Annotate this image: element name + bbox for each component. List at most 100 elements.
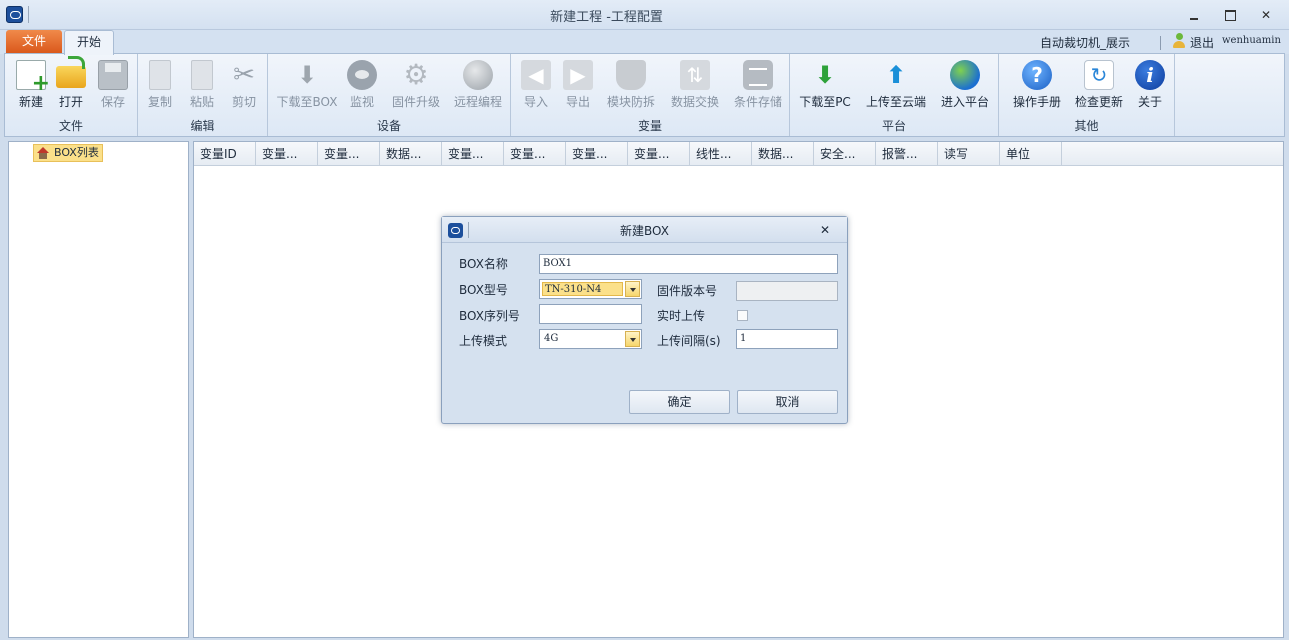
shield-icon	[616, 60, 646, 90]
scissors-icon: ✂	[233, 60, 255, 90]
minimize-button[interactable]	[1185, 7, 1203, 23]
box-tree-panel: BOX列表	[8, 141, 189, 638]
group-variable: ◀ 导入 ▶ 导出 模块防拆 ⇅ 数据交换 条件存储 变量	[511, 54, 790, 136]
close-button[interactable]: ✕	[1257, 7, 1275, 23]
download-to-pc-button[interactable]: ⬇ 下载至PC	[799, 58, 851, 110]
column-header[interactable]: 变量...	[566, 142, 628, 166]
chevron-down-icon[interactable]	[625, 331, 640, 347]
box-serial-label: BOX序列号	[459, 309, 520, 323]
copy-icon	[149, 60, 171, 90]
exchange-arrows-icon: ⇅	[680, 60, 710, 90]
upload-blue-icon: ⬆	[885, 61, 907, 89]
manual-button[interactable]: ? 操作手册	[1013, 58, 1061, 110]
globe-icon	[463, 60, 493, 90]
firmware-upgrade-button[interactable]: ⚙ 固件升级	[392, 58, 440, 110]
upload-interval-label: 上传间隔(s)	[657, 334, 721, 348]
column-header[interactable]: 数据...	[752, 142, 814, 166]
username-label: wenhuamin	[1222, 35, 1281, 46]
dialog-title: 新建BOX	[620, 224, 669, 238]
data-exchange-button[interactable]: ⇅ 数据交换	[671, 58, 719, 110]
cut-button[interactable]: ✂ 剪切	[224, 58, 264, 110]
save-button[interactable]: 保存	[93, 58, 133, 110]
open-folder-icon	[56, 56, 86, 88]
column-header[interactable]: 变量...	[628, 142, 690, 166]
logout-link[interactable]: 退出	[1190, 34, 1214, 51]
group-edit: 复制 粘贴 ✂ 剪切 编辑	[138, 54, 268, 136]
ribbon-tab-row: 文件 开始 自动裁切机_展示 退出 wenhuamin	[0, 30, 1289, 55]
eye-icon	[347, 60, 377, 90]
dialog-close-button[interactable]: ✕	[818, 223, 832, 237]
tab-home[interactable]: 开始	[64, 30, 114, 55]
save-disk-icon	[98, 60, 128, 90]
conditional-storage-button[interactable]: 条件存储	[734, 58, 782, 110]
column-header[interactable]: 变量ID	[194, 142, 256, 166]
group-other: ? 操作手册 ↻ 检查更新 i 关于 其他	[999, 54, 1175, 136]
list-icon	[743, 60, 773, 90]
realtime-upload-checkbox[interactable]	[737, 310, 748, 321]
column-header[interactable]: 线性...	[690, 142, 752, 166]
column-header[interactable]: 变量...	[318, 142, 380, 166]
tree-item-label: BOX列表	[54, 146, 99, 159]
column-header[interactable]: 报警...	[876, 142, 938, 166]
help-icon: ?	[1022, 60, 1052, 90]
group-device: ⬇ 下载至BOX 监视 ⚙ 固件升级 远程编程 设备	[268, 54, 511, 136]
import-button[interactable]: ◀ 导入	[519, 58, 553, 110]
info-icon: i	[1135, 60, 1165, 90]
ok-button[interactable]: 确定	[629, 390, 730, 414]
group-file: 新建 打开 保存 文件	[5, 54, 138, 136]
group-platform: ⬇ 下载至PC ⬆ 上传至云端 进入平台 平台	[790, 54, 999, 136]
monitor-button[interactable]: 监视	[342, 58, 382, 110]
upload-mode-label: 上传模式	[459, 334, 508, 348]
tab-file[interactable]: 文件	[6, 30, 62, 54]
column-header[interactable]: 数据...	[380, 142, 442, 166]
download-green-icon: ⬇	[814, 61, 836, 89]
export-arrow-icon: ▶	[563, 60, 593, 90]
check-update-button[interactable]: ↻ 检查更新	[1075, 58, 1123, 110]
project-name-label: 自动裁切机_展示	[1040, 36, 1131, 50]
maximize-button[interactable]	[1221, 7, 1239, 23]
group-label-file: 文件	[58, 119, 83, 133]
upload-interval-input[interactable]: 1	[736, 329, 838, 349]
home-icon	[37, 147, 49, 159]
box-model-select[interactable]: TN-310-N4	[539, 279, 642, 299]
upload-mode-value: 4G	[544, 333, 559, 344]
upload-to-cloud-button[interactable]: ⬆ 上传至云端	[866, 58, 926, 110]
export-button[interactable]: ▶ 导出	[561, 58, 595, 110]
column-header[interactable]: 变量...	[504, 142, 566, 166]
download-arrow-icon: ⬇	[296, 61, 318, 89]
box-model-label: BOX型号	[459, 283, 508, 297]
realtime-upload-label: 实时上传	[657, 309, 706, 323]
column-header[interactable]: 安全...	[814, 142, 876, 166]
grid-header: 变量ID 变量... 变量... 数据... 变量... 变量... 变量...…	[194, 142, 1283, 166]
paste-icon	[191, 60, 213, 90]
column-header[interactable]: 变量...	[442, 142, 504, 166]
user-separator	[1160, 36, 1161, 50]
column-header[interactable]: 读写	[938, 142, 1000, 166]
group-label-device: 设备	[376, 119, 401, 133]
chevron-down-icon[interactable]	[625, 281, 640, 297]
title-bar: 新建工程 -工程配置 ✕	[0, 0, 1289, 30]
column-header[interactable]: 单位	[1000, 142, 1062, 166]
about-button[interactable]: i 关于	[1133, 58, 1167, 110]
firmware-version-label: 固件版本号	[657, 284, 718, 298]
enter-platform-button[interactable]: 进入平台	[941, 58, 989, 110]
tree-item-box-list[interactable]: BOX列表	[33, 144, 103, 162]
box-serial-input[interactable]	[539, 304, 642, 324]
group-label-edit: 编辑	[190, 119, 215, 133]
column-header[interactable]: 变量...	[256, 142, 318, 166]
firmware-version-input	[736, 281, 838, 301]
module-tamper-button[interactable]: 模块防拆	[607, 58, 655, 110]
dialog-title-bar: 新建BOX ✕	[442, 217, 847, 243]
group-label-other: 其他	[1074, 119, 1099, 133]
new-file-icon	[16, 60, 50, 96]
download-to-box-button[interactable]: ⬇ 下载至BOX	[277, 58, 338, 110]
user-icon	[1172, 33, 1186, 49]
cancel-button[interactable]: 取消	[737, 390, 838, 414]
upload-mode-select[interactable]: 4G	[539, 329, 642, 349]
box-model-value: TN-310-N4	[542, 282, 623, 296]
ribbon: 新建 打开 保存 文件 复制 粘贴 ✂ 剪切 编辑 ⬇ 下载至BOX	[4, 53, 1285, 137]
remote-programming-button[interactable]: 远程编程	[454, 58, 502, 110]
box-name-input[interactable]: BOX1	[539, 254, 838, 274]
box-name-label: BOX名称	[459, 257, 508, 271]
platform-globe-icon	[950, 60, 980, 90]
